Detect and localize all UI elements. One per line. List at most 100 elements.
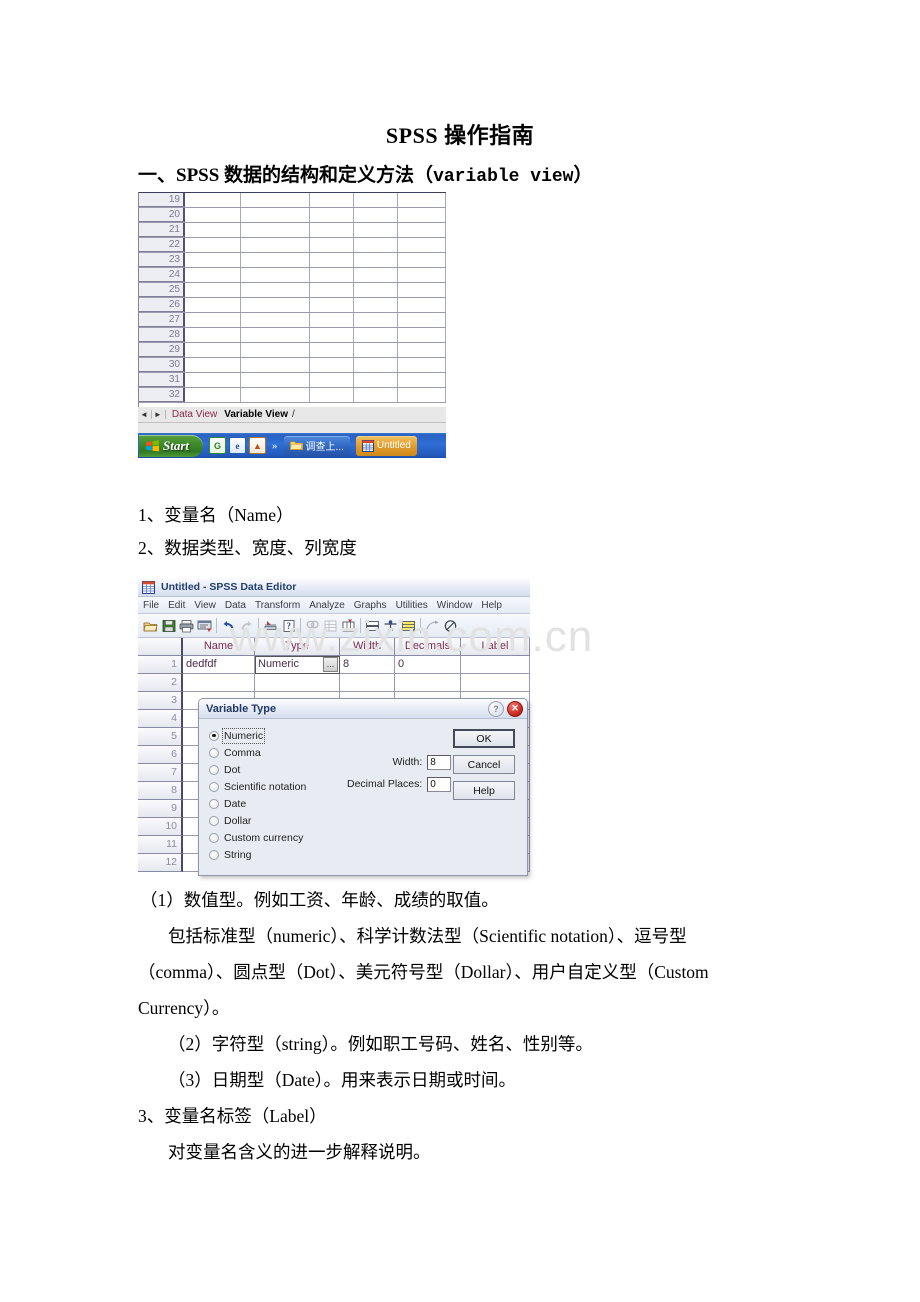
grid-cell[interactable] — [398, 343, 446, 357]
table-row[interactable]: 19 — [139, 193, 446, 208]
tab-prev-arrow[interactable]: ◄ — [140, 410, 152, 419]
decimal-places-field-row[interactable]: Decimal Places: 0 — [347, 773, 452, 795]
start-button[interactable]: Start — [139, 434, 204, 457]
grid-cell[interactable] — [309, 238, 355, 252]
tab-data-view[interactable]: Data View — [172, 409, 217, 420]
grid-cell[interactable] — [309, 223, 355, 237]
green-g-icon[interactable]: G — [209, 437, 227, 454]
table-row[interactable]: 21 — [139, 223, 446, 238]
grid-cell[interactable] — [309, 388, 355, 402]
goto-case-icon[interactable] — [262, 617, 279, 634]
radio-option-string[interactable]: String — [209, 846, 306, 863]
menu-item-data[interactable]: Data — [225, 600, 246, 611]
dialog-window-buttons[interactable]: ? ✕ — [488, 700, 523, 717]
column-header-decimals[interactable]: Decimals — [395, 638, 461, 656]
view-tab-bar[interactable]: ◄ ► Data View Variable View / — [138, 407, 446, 423]
cell-type[interactable] — [255, 674, 340, 692]
row-number[interactable]: 6 — [138, 746, 183, 764]
grid-cell[interactable] — [240, 388, 310, 402]
grid-cell[interactable] — [354, 208, 399, 222]
radio-icon[interactable] — [209, 747, 219, 758]
row-number[interactable]: 28 — [139, 328, 185, 342]
row-number[interactable]: 8 — [138, 782, 183, 800]
grid-cell[interactable] — [309, 373, 355, 387]
dialog-recall-icon[interactable] — [196, 617, 213, 634]
grid-cell[interactable] — [354, 298, 399, 312]
table-row[interactable]: 20 — [139, 208, 446, 223]
spss-data-grid-1[interactable]: 19 20 21 22 23 24 25 26 27 28 29 30 31 3… — [138, 192, 446, 407]
undo-icon[interactable] — [220, 617, 237, 634]
grid-cell[interactable] — [240, 238, 310, 252]
table-row[interactable]: 23 — [139, 253, 446, 268]
table-row[interactable]: 27 — [139, 313, 446, 328]
taskbar-item-spss[interactable]: Untitled — [355, 435, 417, 456]
row-number[interactable]: 23 — [139, 253, 185, 267]
dialog-buttons[interactable]: OK Cancel Help — [453, 729, 515, 800]
menu-bar[interactable]: File Edit View Data Transform Analyze Gr… — [138, 597, 530, 614]
table-row[interactable]: 24 — [139, 268, 446, 283]
grid-cell[interactable] — [185, 298, 241, 312]
decimal-places-input[interactable]: 0 — [427, 776, 452, 792]
grid-cell[interactable] — [185, 238, 241, 252]
row-number[interactable]: 11 — [138, 836, 183, 854]
grid-cell[interactable] — [354, 223, 399, 237]
row-number[interactable]: 5 — [138, 728, 183, 746]
menu-item-graphs[interactable]: Graphs — [354, 600, 387, 611]
grid-cell[interactable] — [185, 208, 241, 222]
close-icon[interactable]: ✕ — [507, 700, 523, 717]
cell-label[interactable] — [461, 656, 530, 674]
cell-label[interactable] — [461, 674, 530, 692]
row-number[interactable]: 29 — [139, 343, 185, 357]
grid-cell[interactable] — [354, 283, 399, 297]
row-number[interactable]: 3 — [138, 692, 183, 710]
column-header-name[interactable]: Name — [183, 638, 255, 656]
width-input[interactable]: 8 — [427, 754, 452, 770]
variables-icon[interactable]: ? — [280, 617, 297, 634]
grid-cell[interactable] — [354, 268, 399, 282]
insert-case-icon[interactable] — [322, 617, 339, 634]
use-sets-icon[interactable] — [442, 617, 459, 634]
radio-icon[interactable] — [209, 730, 219, 741]
menu-item-view[interactable]: View — [194, 600, 216, 611]
cell-type[interactable]: Numeric ... — [255, 656, 340, 674]
radio-icon[interactable] — [209, 798, 219, 809]
grid-cell[interactable] — [398, 328, 446, 342]
grid-cell[interactable] — [240, 208, 310, 222]
taskbar-item-folder[interactable]: 调查上... — [283, 435, 350, 456]
radio-option-comma[interactable]: Comma — [209, 744, 306, 761]
grid-cell[interactable] — [309, 328, 355, 342]
grid-cell[interactable] — [398, 358, 446, 372]
cell-width[interactable] — [340, 674, 395, 692]
grid-cell[interactable] — [240, 253, 310, 267]
grid-cell[interactable] — [354, 193, 399, 207]
grid-cell[interactable] — [309, 208, 355, 222]
row-number[interactable]: 10 — [138, 818, 183, 836]
tab-scroll-arrows[interactable]: ◄ ► — [138, 410, 166, 419]
grid-cell[interactable] — [240, 283, 310, 297]
menu-item-analyze[interactable]: Analyze — [309, 600, 345, 611]
radio-option-dot[interactable]: Dot — [209, 761, 306, 778]
grid-cell[interactable] — [185, 373, 241, 387]
grid-cell[interactable] — [185, 358, 241, 372]
grid-cell[interactable] — [354, 388, 399, 402]
row-number[interactable]: 2 — [138, 674, 183, 692]
split-file-icon[interactable] — [364, 617, 381, 634]
value-labels-icon[interactable] — [424, 617, 441, 634]
cell-name[interactable]: dedfdf — [183, 656, 255, 674]
type-ellipsis-button[interactable]: ... — [323, 657, 338, 672]
table-row[interactable]: 22 — [139, 238, 446, 253]
table-row[interactable]: 31 — [139, 373, 446, 388]
row-number[interactable]: 27 — [139, 313, 185, 327]
quick-launch-bar[interactable]: G e ▲ » — [209, 437, 278, 454]
row-number[interactable]: 21 — [139, 223, 185, 237]
grid-cell[interactable] — [240, 328, 310, 342]
radio-option-numeric[interactable]: Numeric — [209, 727, 306, 744]
grid-cell[interactable] — [309, 343, 355, 357]
row-number[interactable]: 12 — [138, 854, 183, 872]
menu-item-utilities[interactable]: Utilities — [396, 600, 428, 611]
row-number[interactable]: 7 — [138, 764, 183, 782]
redo-icon[interactable] — [238, 617, 255, 634]
grid-cell[interactable] — [240, 313, 310, 327]
row-number[interactable]: 25 — [139, 283, 185, 297]
grid-cell[interactable] — [309, 268, 355, 282]
